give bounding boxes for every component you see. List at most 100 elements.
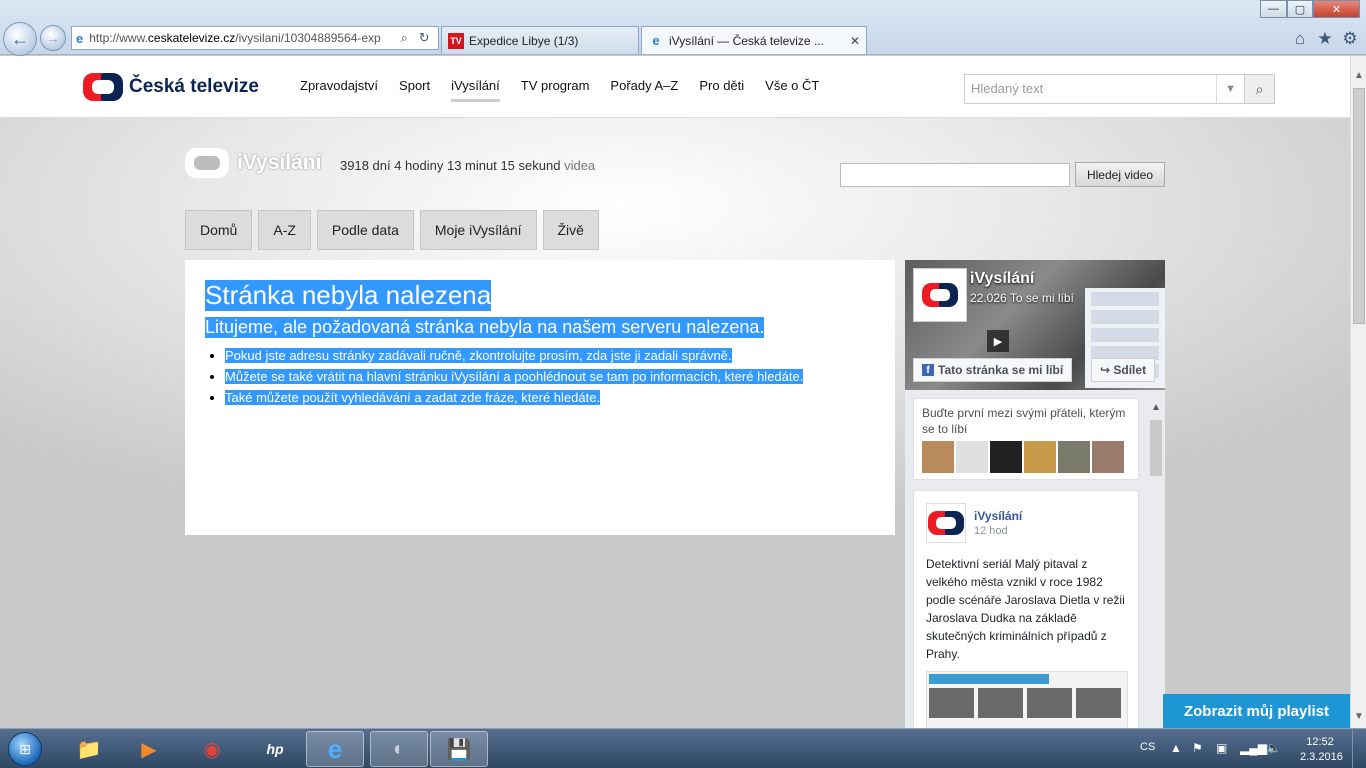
- fb-scrollbar[interactable]: ▲: [1147, 398, 1163, 728]
- fb-friend-avatar[interactable]: [990, 441, 1022, 473]
- back-arrow-icon: ←: [11, 28, 29, 49]
- nav-ivysilani[interactable]: iVysílání: [451, 78, 500, 102]
- fb-post-image[interactable]: [926, 671, 1128, 728]
- tab-podle-data[interactable]: Podle data: [316, 210, 414, 250]
- facebook-icon: f: [922, 364, 934, 376]
- language-indicator[interactable]: CS: [1140, 741, 1155, 753]
- fb-post-text: Detektivní seriál Malý pitaval z velkého…: [926, 557, 1125, 661]
- site-search-input[interactable]: Hledaný text: [965, 75, 1216, 103]
- ct-logo-icon: [83, 73, 123, 101]
- clock[interactable]: 12:52 2.3.2016: [1300, 735, 1343, 765]
- error-suggestions: Pokud jste adresu stránky zadávali ručně…: [225, 348, 875, 405]
- fb-friend-avatar[interactable]: [1024, 441, 1056, 473]
- ie-icon: e: [327, 733, 343, 764]
- ct-logo-text: Česká televize: [129, 76, 259, 97]
- fb-friends-text: Buďte první mezi svými přáteli, kterým s…: [922, 406, 1126, 436]
- show-desktop-button[interactable]: [1352, 729, 1366, 768]
- play-icon[interactable]: ▶: [987, 330, 1009, 352]
- tab-a-z[interactable]: A-Z: [258, 210, 311, 250]
- share-icon: ↪: [1100, 363, 1114, 377]
- search-icon[interactable]: ⌕: [1244, 75, 1274, 103]
- favorites-star-icon[interactable]: ★: [1315, 29, 1335, 49]
- nav-vse-o-ct[interactable]: Vše o ČT: [765, 78, 819, 102]
- taskbar-internet-explorer[interactable]: e: [306, 731, 364, 767]
- nav-zpravodajstvi[interactable]: Zpravodajství: [300, 78, 378, 102]
- flag-icon[interactable]: ⚑: [1192, 741, 1203, 755]
- fb-like-button[interactable]: f Tato stránka se mi líbí: [913, 358, 1073, 382]
- list-item: Také můžete použít vyhledávání a zadat z…: [225, 390, 875, 405]
- list-item: Pokud jste adresu stránky zadávali ručně…: [225, 348, 875, 363]
- refresh-icon[interactable]: ↻: [414, 30, 434, 46]
- close-tab-icon[interactable]: ✕: [850, 34, 860, 48]
- fb-friend-avatar[interactable]: [1058, 441, 1090, 473]
- video-search-input[interactable]: [840, 163, 1070, 187]
- fb-faces: [922, 441, 1130, 473]
- scroll-down-icon[interactable]: ▼: [1354, 711, 1364, 722]
- chevron-down-icon[interactable]: ▼: [1216, 75, 1244, 103]
- close-window-button[interactable]: ✕: [1313, 0, 1360, 18]
- chrome-icon: ◉: [203, 738, 221, 761]
- taskbar-media-player[interactable]: ▶: [120, 731, 178, 767]
- fb-post-time[interactable]: 12 hod: [974, 525, 1008, 537]
- taskbar-chrome[interactable]: ◉: [183, 731, 241, 767]
- tab-domu[interactable]: Domů: [185, 210, 253, 250]
- site-header: Česká televize Zpravodajství Sport iVysí…: [0, 56, 1350, 118]
- page-scroll-thumb[interactable]: [1353, 88, 1365, 324]
- network-icon[interactable]: ▂▄▆: [1240, 741, 1267, 755]
- maximize-button[interactable]: ▢: [1287, 0, 1313, 18]
- show-playlist-button[interactable]: Zobrazit můj playlist: [1163, 694, 1350, 728]
- home-icon[interactable]: ⌂: [1290, 29, 1310, 49]
- ivysilani-logo-text: iVysílání: [237, 151, 322, 174]
- fb-post-author[interactable]: iVysílání: [974, 509, 1022, 523]
- taskbar-save[interactable]: 💾: [430, 731, 488, 767]
- windows-logo-icon: ⊞: [8, 732, 42, 766]
- error-subtitle: Litujeme, ale požadovaná stránka nebyla …: [205, 317, 765, 338]
- tab-zive[interactable]: Živě: [542, 210, 599, 250]
- fb-share-button[interactable]: ↪ Sdílet: [1091, 358, 1156, 382]
- app-icon: ◐: [392, 737, 406, 760]
- fb-scroll-thumb[interactable]: [1150, 420, 1162, 476]
- tab-expedice-libye[interactable]: TV Expedice Libye (1/3): [441, 26, 639, 54]
- nav-tv-program[interactable]: TV program: [521, 78, 590, 102]
- url-text[interactable]: http://www.ceskatelevize.cz/ivysilani/10…: [89, 31, 394, 45]
- page-scrollbar[interactable]: ▲ ▼: [1350, 56, 1366, 728]
- back-button[interactable]: ←: [3, 22, 37, 56]
- fb-page-name[interactable]: iVysílání: [970, 270, 1034, 288]
- taskbar-hp[interactable]: hp: [246, 731, 304, 767]
- fb-friend-avatar[interactable]: [922, 441, 954, 473]
- taskbar-explorer[interactable]: 📁: [60, 731, 118, 767]
- search-icon[interactable]: ⌕: [394, 30, 414, 46]
- ie-favicon-icon: e: [652, 33, 660, 48]
- nav-sport[interactable]: Sport: [399, 78, 430, 102]
- video-counter: 3918 dní 4 hodiny 13 minut 15 sekund vid…: [340, 158, 596, 173]
- fb-page-avatar[interactable]: [913, 268, 967, 322]
- ivysilani-logo[interactable]: iVysílání: [185, 148, 321, 178]
- forward-button[interactable]: →: [40, 25, 66, 51]
- folder-icon: 📁: [76, 738, 102, 761]
- fb-post-avatar[interactable]: [926, 503, 966, 543]
- fb-friend-avatar[interactable]: [956, 441, 988, 473]
- ct-logo-icon: [922, 283, 958, 307]
- site-search: Hledaný text ▼ ⌕: [964, 74, 1275, 104]
- ct-logo[interactable]: Česká televize: [83, 73, 259, 101]
- scroll-up-icon[interactable]: ▲: [1354, 70, 1364, 81]
- fb-like-count: 22.026 To se mi líbí: [970, 291, 1074, 305]
- minimize-button[interactable]: —: [1260, 0, 1287, 18]
- video-search-button[interactable]: Hledej video: [1075, 162, 1165, 187]
- nav-pro-deti[interactable]: Pro děti: [699, 78, 744, 102]
- tab-ivysilani[interactable]: e iVysílání — Česká televize ... ✕: [641, 26, 867, 54]
- gear-icon[interactable]: ⚙: [1340, 29, 1360, 49]
- ct-logo-icon: [928, 511, 964, 535]
- media-player-icon: ▶: [141, 738, 157, 761]
- tab-moje-ivysilani[interactable]: Moje iVysílání: [419, 210, 537, 250]
- device-icon[interactable]: ▣: [1216, 741, 1227, 755]
- list-item[interactable]: Můžete se také vrátit na hlavní stránku …: [225, 369, 875, 384]
- tray-arrow-icon[interactable]: ▲: [1170, 741, 1182, 755]
- start-button[interactable]: ⊞: [2, 730, 48, 768]
- volume-icon[interactable]: 🔈: [1266, 741, 1281, 755]
- nav-porady-a-z[interactable]: Pořady A–Z: [610, 78, 678, 102]
- address-bar[interactable]: e http://www.ceskatelevize.cz/ivysilani/…: [71, 26, 439, 50]
- scroll-up-icon[interactable]: ▲: [1151, 402, 1161, 413]
- taskbar-app[interactable]: ◐: [370, 731, 428, 767]
- fb-friend-avatar[interactable]: [1092, 441, 1124, 473]
